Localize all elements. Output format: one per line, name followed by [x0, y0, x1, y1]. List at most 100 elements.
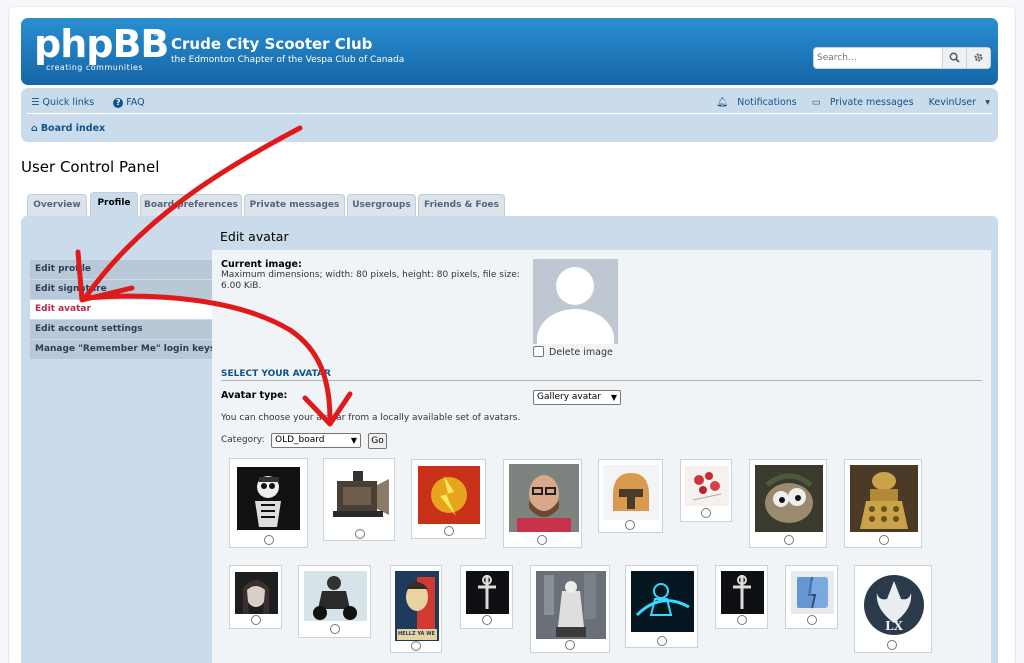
- nav-left: ☰ Quick links ? FAQ: [31, 97, 161, 108]
- gallery-item[interactable]: HELLZ YA WE CAN: [390, 565, 442, 653]
- site-header: phpBB ® creating communities Crude City …: [21, 18, 998, 85]
- gallery-item[interactable]: [229, 565, 282, 629]
- faq-link[interactable]: ? FAQ: [113, 97, 152, 108]
- select-avatar-heading: SELECT YOUR AVATAR: [221, 369, 331, 379]
- edit-avatar-title: Edit avatar: [220, 229, 289, 244]
- advanced-search-button[interactable]: [966, 48, 990, 68]
- gallery-item[interactable]: [460, 565, 513, 629]
- tron-rider-icon: [631, 571, 694, 632]
- notifications-link[interactable]: 🔔︎ Notifications: [710, 97, 797, 108]
- choose-avatar-text: You can choose your avatar from a locall…: [221, 413, 521, 423]
- gallery-item[interactable]: [680, 459, 732, 522]
- avatar-radio[interactable]: [887, 640, 897, 650]
- go-button[interactable]: Go: [368, 433, 387, 449]
- gallery-item[interactable]: [625, 565, 698, 648]
- gallery-item[interactable]: [323, 458, 395, 541]
- gallery-item[interactable]: [298, 565, 371, 638]
- sidebar-item-edit-avatar[interactable]: Edit avatar: [30, 300, 212, 319]
- gallery-item[interactable]: [530, 565, 610, 653]
- search-input[interactable]: [814, 48, 940, 68]
- logo-tagline: creating communities: [46, 63, 144, 72]
- inbox-icon: ▭: [811, 97, 821, 108]
- search-box: [813, 47, 991, 69]
- sidebar-item-edit-signature[interactable]: Edit signature: [30, 280, 212, 299]
- private-messages-label: Private messages: [829, 97, 914, 108]
- default-avatar-head: [556, 267, 594, 305]
- robot-soldier-icon: [536, 571, 606, 639]
- creature-character-icon: [755, 465, 823, 532]
- avatar-radio[interactable]: [879, 535, 889, 545]
- dalek-icon: [850, 465, 918, 532]
- tab-profile[interactable]: Profile: [90, 192, 138, 216]
- chevron-down-icon: ▼: [610, 393, 617, 402]
- gallery-item[interactable]: [715, 565, 768, 629]
- tab-board-preferences[interactable]: Board preferences: [140, 194, 242, 216]
- default-avatar-body: [537, 309, 614, 344]
- private-messages-link[interactable]: ▭ Private messages: [806, 97, 914, 108]
- avatar-radio[interactable]: [482, 615, 492, 625]
- poster-caption: HELLZ YA WE CAN: [398, 631, 436, 637]
- mac-finder-icon: [791, 571, 834, 614]
- avatar-radio[interactable]: [784, 535, 794, 545]
- delete-image-label: Delete image: [549, 347, 613, 358]
- avatar-radio[interactable]: [444, 526, 454, 536]
- gallery-item[interactable]: [598, 459, 663, 533]
- username: KevinUser: [928, 97, 977, 108]
- gallery-item[interactable]: [785, 565, 838, 629]
- hamburger-icon: ☰: [31, 97, 40, 108]
- avatar-radio[interactable]: [251, 615, 261, 625]
- home-icon: ⌂: [31, 123, 38, 134]
- avatar-radio[interactable]: [264, 535, 274, 545]
- avatar-radio[interactable]: [737, 615, 747, 625]
- faq-label: FAQ: [126, 97, 145, 108]
- sidebar-item-remember-me[interactable]: Manage "Remember Me" login keys: [30, 340, 215, 359]
- help-icon: ?: [113, 98, 124, 108]
- cross-emblem-icon: [466, 571, 509, 614]
- board-index-link[interactable]: Board index: [41, 123, 105, 134]
- sidebar-item-edit-profile[interactable]: Edit profile: [30, 260, 212, 279]
- tab-friends-foes[interactable]: Friends & Foes: [418, 194, 505, 216]
- tab-private-messages[interactable]: Private messages: [244, 194, 345, 216]
- sidebar-item-account-settings[interactable]: Edit account settings: [30, 320, 212, 339]
- avatar-radio[interactable]: [657, 636, 667, 646]
- notifications-label: Notifications: [737, 97, 797, 108]
- phpbb-logo[interactable]: phpBB ® creating communities: [34, 22, 169, 76]
- emblem-caption: LX: [885, 619, 903, 633]
- caret-down-icon: ▾: [985, 97, 990, 108]
- avatar-radio[interactable]: [701, 508, 711, 518]
- avatar-radio[interactable]: [330, 624, 340, 634]
- search-button[interactable]: [942, 48, 966, 68]
- delete-image-checkbox[interactable]: [533, 346, 544, 357]
- gallery-item[interactable]: [503, 459, 582, 548]
- category-label: Category:: [221, 435, 265, 445]
- bell-icon: 🔔︎: [716, 97, 729, 108]
- gallery-item[interactable]: [411, 459, 486, 539]
- woman-portrait-icon: [235, 572, 278, 614]
- current-avatar: [533, 259, 618, 344]
- current-image-desc: Maximum dimensions; width: 80 pixels, he…: [221, 270, 520, 291]
- gallery-item[interactable]: [749, 459, 827, 548]
- quick-links-link[interactable]: ☰ Quick links: [31, 97, 102, 108]
- avatar-radio[interactable]: [625, 520, 635, 530]
- site-title[interactable]: Crude City Scooter Club: [171, 35, 372, 53]
- avatar-radio[interactable]: [355, 529, 365, 539]
- search-icon: [949, 52, 960, 63]
- avatar-radio[interactable]: [411, 641, 421, 651]
- avatar-radio[interactable]: [537, 535, 547, 545]
- avatar-radio[interactable]: [565, 640, 575, 650]
- avatar-radio[interactable]: [807, 615, 817, 625]
- quick-links-label: Quick links: [42, 97, 95, 108]
- tab-usergroups[interactable]: Usergroups: [347, 194, 416, 216]
- logo-text: phpBB: [34, 22, 169, 66]
- clone-trooper-icon: [603, 465, 659, 520]
- gallery-item[interactable]: [844, 459, 922, 548]
- gallery-item[interactable]: [229, 458, 308, 548]
- cross-emblem-icon-2: [721, 571, 764, 614]
- tab-overview[interactable]: Overview: [27, 194, 87, 216]
- user-menu[interactable]: KevinUser ▾: [923, 97, 990, 108]
- gallery-item[interactable]: LX: [854, 565, 932, 653]
- site-description: the Edmonton Chapter of the Vespa Club o…: [171, 55, 405, 65]
- category-select[interactable]: OLD_board ▼: [271, 433, 361, 448]
- lx-rebel-emblem-icon: LX: [859, 571, 929, 639]
- avatar-type-select[interactable]: Gallery avatar ▼: [533, 390, 621, 405]
